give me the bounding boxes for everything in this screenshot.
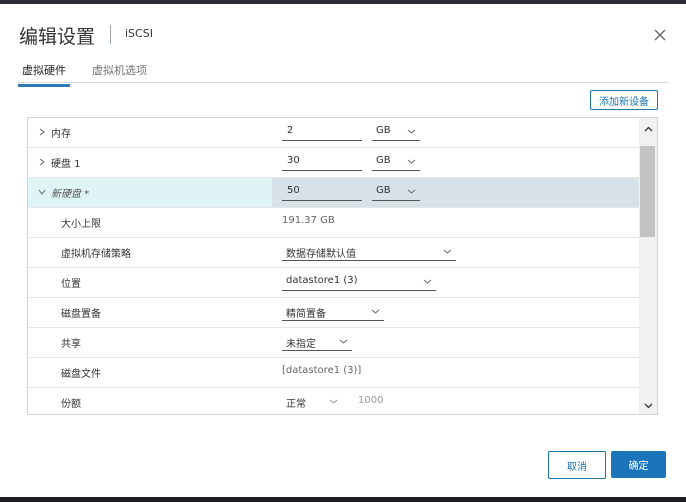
hardware-list: 内存 2 GB 硬盘 1 30 GB 新硬盘 * 50 GB 大小上限 191.… — [27, 117, 658, 415]
dialog-subtitle: iSCSI — [125, 27, 153, 40]
max-size-value: 191.37 GB — [282, 215, 335, 226]
window-top-bar — [0, 0, 686, 4]
provisioning-label: 磁盘置备 — [61, 309, 101, 320]
scroll-down-button[interactable] — [639, 396, 657, 414]
chevron-up-icon — [644, 126, 652, 131]
shares-label: 份额 — [61, 399, 81, 410]
max-size-label: 大小上限 — [61, 219, 101, 230]
shares-level-select[interactable]: 正常 — [282, 392, 342, 410]
location-label: 位置 — [61, 279, 81, 290]
new-disk-size-input[interactable]: 50 — [282, 182, 362, 201]
chevron-right-icon[interactable] — [37, 157, 47, 167]
tab-bar: 虚拟硬件 虚拟机选项 — [18, 56, 668, 87]
provisioning-select[interactable]: 精简置备 — [282, 302, 384, 321]
ok-button[interactable]: 确定 — [611, 451, 666, 478]
chevron-down-icon — [407, 159, 416, 164]
chevron-down-icon — [371, 309, 380, 314]
storage-policy-label: 虚拟机存储策略 — [61, 249, 131, 260]
chevron-down-icon — [339, 339, 348, 344]
tab-virtual-hardware[interactable]: 虚拟硬件 — [18, 62, 70, 87]
disk1-label: 硬盘 1 — [51, 159, 81, 170]
hardware-row-location: 位置 datastore1 (3) — [28, 268, 639, 298]
chevron-down-icon[interactable] — [37, 187, 47, 197]
disk1-unit-select[interactable]: GB — [372, 152, 420, 171]
chevron-down-icon — [329, 399, 338, 404]
chevron-down-icon — [644, 403, 652, 408]
hardware-row-disk-file: 磁盘文件 [datastore1 (3)] — [28, 358, 639, 388]
new-disk-unit-select[interactable]: GB — [372, 182, 420, 201]
memory-size-input[interactable]: 2 — [282, 122, 362, 141]
hardware-row-disk1[interactable]: 硬盘 1 30 GB — [28, 148, 639, 178]
close-icon[interactable] — [651, 26, 669, 44]
memory-unit-select[interactable]: GB — [372, 122, 420, 141]
hardware-row-memory[interactable]: 内存 2 GB — [28, 118, 639, 148]
scroll-up-button[interactable] — [639, 120, 657, 138]
disk-file-value: [datastore1 (3)] — [282, 365, 362, 376]
hardware-row-storage-policy: 虚拟机存储策略 数据存储默认值 — [28, 238, 639, 268]
location-select[interactable]: datastore1 (3) — [282, 272, 436, 291]
dialog-title: 编辑设置 — [19, 26, 96, 48]
chevron-right-icon[interactable] — [37, 127, 47, 137]
chevron-down-icon — [407, 189, 416, 194]
hardware-row-max-size: 大小上限 191.37 GB — [28, 208, 639, 238]
memory-label: 内存 — [51, 129, 71, 140]
hardware-row-sharing: 共享 未指定 — [28, 328, 639, 358]
hardware-row-provisioning: 磁盘置备 精简置备 — [28, 298, 639, 328]
shares-value: 1000 — [358, 395, 384, 406]
add-new-device-button[interactable]: 添加新设备 — [590, 90, 658, 110]
new-disk-label: 新硬盘 * — [51, 189, 90, 200]
title-divider — [110, 25, 111, 44]
cancel-button[interactable]: 取消 — [548, 451, 606, 479]
disk-file-label: 磁盘文件 — [61, 369, 101, 380]
sharing-label: 共享 — [61, 339, 81, 350]
tab-vm-options[interactable]: 虚拟机选项 — [92, 62, 147, 78]
disk1-size-input[interactable]: 30 — [282, 152, 362, 171]
storage-policy-select[interactable]: 数据存储默认值 — [282, 242, 456, 261]
chevron-down-icon — [443, 249, 452, 254]
sharing-select[interactable]: 未指定 — [282, 332, 352, 351]
chevron-down-icon — [423, 279, 432, 284]
hardware-row-new-disk[interactable]: 新硬盘 * 50 GB — [28, 178, 639, 208]
chevron-down-icon — [407, 129, 416, 134]
window-bottom-bar — [0, 497, 686, 502]
scrollbar-thumb[interactable] — [640, 146, 655, 237]
hardware-row-shares: 份额 正常 1000 — [28, 388, 639, 414]
